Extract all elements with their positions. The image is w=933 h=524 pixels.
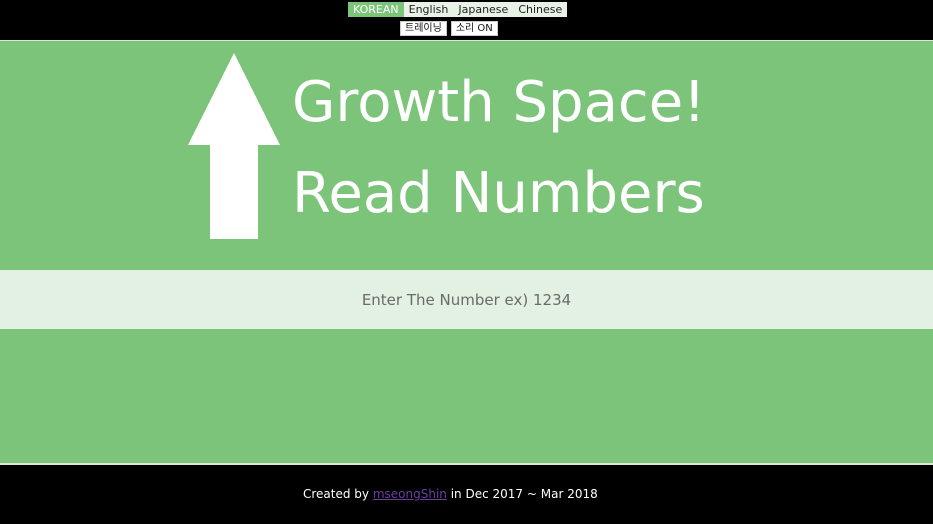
training-button[interactable]: 트레이닝 <box>400 21 447 36</box>
up-arrow-icon <box>188 53 280 239</box>
lang-chinese[interactable]: Chinese <box>513 2 568 17</box>
control-buttons: 트레이닝 소리 ON <box>400 21 498 36</box>
footer: Created by mseongShin in Dec 2017 ~ Mar … <box>0 465 933 524</box>
lang-japanese[interactable]: Japanese <box>453 2 514 17</box>
credit-prefix: Created by <box>303 487 373 501</box>
lang-english[interactable]: English <box>403 2 454 17</box>
title-line-2: Read Numbers <box>292 161 705 226</box>
number-input-band <box>0 270 933 329</box>
credit-suffix: in Dec 2017 ~ Mar 2018 <box>446 487 598 501</box>
author-link[interactable]: mseongShin <box>373 487 447 501</box>
top-bar: KOREAN English Japanese Chinese 트레이닝 소리 … <box>0 0 933 39</box>
lang-korean[interactable]: KOREAN <box>348 2 404 17</box>
title-line-1: Growth Space! <box>292 70 706 135</box>
credit-text: Created by mseongShin in Dec 2017 ~ Mar … <box>303 487 598 501</box>
number-input[interactable] <box>0 270 933 329</box>
sound-toggle-button[interactable]: 소리 ON <box>450 21 498 36</box>
language-selector: KOREAN English Japanese Chinese <box>348 2 568 17</box>
main-area: Growth Space! Read Numbers <box>0 40 933 463</box>
